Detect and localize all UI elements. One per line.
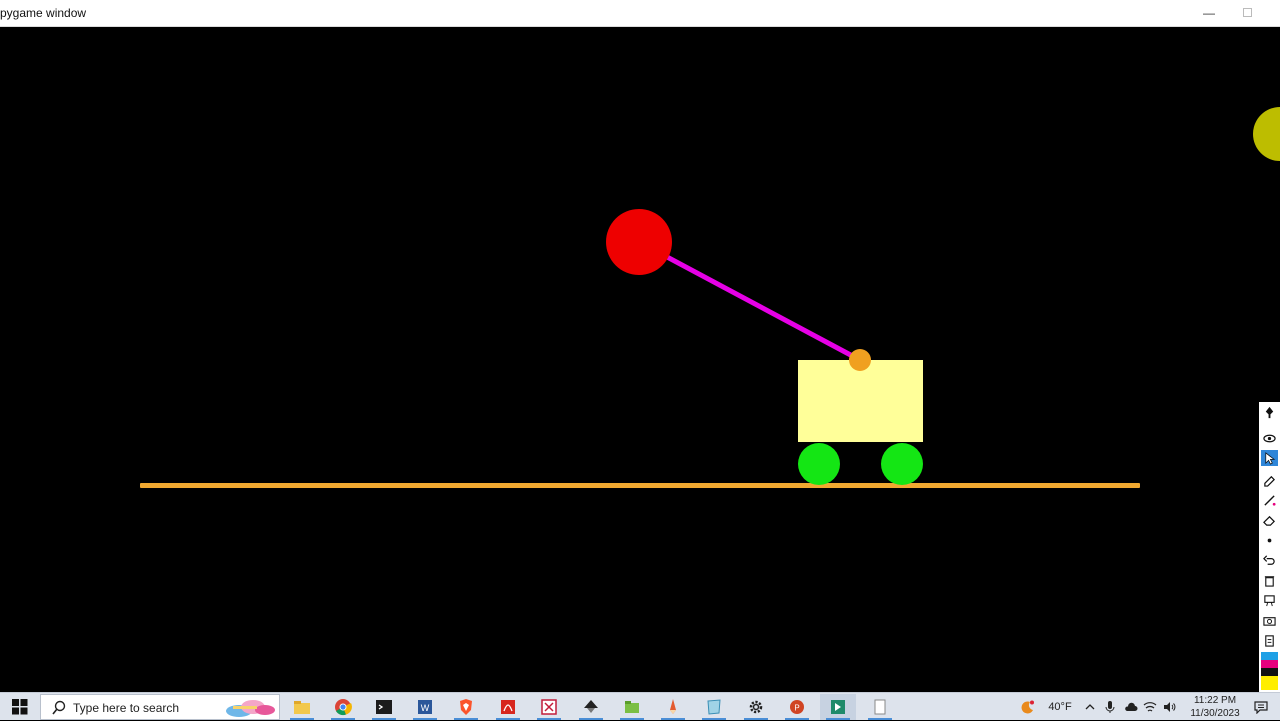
taskbar-app-pencil[interactable] bbox=[655, 694, 691, 720]
trash-icon[interactable] bbox=[1261, 572, 1278, 588]
weather-button[interactable] bbox=[1016, 693, 1040, 721]
taskbar-app-word[interactable]: W bbox=[407, 694, 443, 720]
notification-center-button[interactable] bbox=[1246, 693, 1276, 721]
taskbar-app-file-explorer[interactable] bbox=[284, 694, 320, 720]
taskbar-app-notepad[interactable] bbox=[696, 694, 732, 720]
wifi-icon bbox=[1143, 702, 1157, 712]
window-titlebar[interactable]: pygame window — bbox=[0, 0, 1280, 27]
line-icon[interactable] bbox=[1261, 492, 1278, 508]
clock-button[interactable]: 11:22 PM 11/30/2023 bbox=[1180, 693, 1250, 721]
taskbar-app-acrobat[interactable] bbox=[490, 694, 526, 720]
annotation-toolbar bbox=[1259, 402, 1280, 692]
file-explorer-icon bbox=[294, 701, 310, 714]
network-button[interactable] bbox=[1142, 693, 1158, 721]
system-tray: 40°F 11:22 PM 11/30/2023 bbox=[1010, 693, 1280, 721]
taskbar-app-brave[interactable] bbox=[448, 694, 484, 720]
taskbar-app-chrome[interactable] bbox=[325, 694, 361, 720]
svg-text:W: W bbox=[421, 703, 430, 713]
notepad-icon bbox=[707, 699, 721, 715]
folder-app-icon bbox=[625, 701, 639, 713]
snipping-tool-icon bbox=[541, 699, 557, 715]
svg-text:P: P bbox=[794, 704, 799, 713]
taskbar-app-settings[interactable] bbox=[738, 694, 774, 720]
pendulum-bob bbox=[606, 209, 672, 275]
moon-icon bbox=[1021, 700, 1034, 714]
cart-body bbox=[798, 360, 923, 442]
taskbar-app-document[interactable] bbox=[862, 694, 898, 720]
search-placeholder: Type here to search bbox=[73, 701, 180, 715]
eraser-icon[interactable] bbox=[1261, 512, 1278, 528]
notification-icon bbox=[1254, 701, 1268, 714]
track bbox=[140, 483, 1140, 488]
pivot-joint bbox=[849, 349, 871, 371]
cursor-icon[interactable] bbox=[1261, 450, 1278, 466]
taskbar-app-powerpoint[interactable]: P bbox=[779, 694, 815, 720]
minimize-button[interactable]: — bbox=[1199, 4, 1219, 22]
color-swatch-magenta[interactable] bbox=[1261, 660, 1278, 668]
chrome-icon bbox=[335, 699, 352, 716]
highlighter-icon[interactable] bbox=[1261, 472, 1278, 488]
color-swatch-yellow[interactable] bbox=[1261, 676, 1278, 690]
board-icon[interactable] bbox=[1261, 592, 1278, 608]
camera-icon[interactable] bbox=[1261, 612, 1278, 628]
undo-icon[interactable] bbox=[1261, 552, 1278, 568]
chevron-up-icon bbox=[1085, 704, 1095, 710]
taskbar-app-terminal[interactable] bbox=[366, 694, 402, 720]
taskbar-search-box[interactable]: Type here to search bbox=[40, 694, 280, 720]
game-canvas[interactable] bbox=[0, 28, 1280, 692]
windows-logo-icon bbox=[12, 699, 28, 715]
microphone-icon bbox=[1105, 701, 1115, 713]
weather-temperature[interactable]: 40°F bbox=[1042, 693, 1078, 721]
taskbar-app-inkscape[interactable] bbox=[573, 694, 609, 720]
start-button[interactable] bbox=[0, 693, 40, 721]
python-app-icon bbox=[831, 700, 845, 714]
maximize-button[interactable] bbox=[1237, 4, 1257, 22]
volume-button[interactable] bbox=[1160, 693, 1178, 721]
taskbar: Type here to search W P 40°F 11:22 PM 11… bbox=[0, 692, 1280, 720]
window-title: pygame window bbox=[0, 6, 87, 20]
clock-date: 11/30/2023 bbox=[1190, 708, 1240, 719]
speaker-icon bbox=[1164, 702, 1176, 712]
color-swatch-black[interactable] bbox=[1261, 668, 1278, 676]
word-icon: W bbox=[418, 700, 432, 714]
maximize-icon bbox=[1242, 8, 1252, 17]
pencil-app-icon bbox=[670, 699, 676, 714]
clock-time: 11:22 PM bbox=[1193, 695, 1237, 706]
left-wheel bbox=[798, 443, 840, 485]
pendulum-rod bbox=[636, 239, 863, 363]
color-swatch-blue[interactable] bbox=[1261, 652, 1278, 660]
pen-icon[interactable] bbox=[1261, 404, 1278, 420]
taskbar-app-snipping-tool[interactable] bbox=[531, 694, 567, 720]
show-hidden-icons-button[interactable] bbox=[1082, 693, 1098, 721]
cloud-icon bbox=[1125, 702, 1138, 711]
inkscape-icon bbox=[584, 700, 598, 713]
blank-document-icon bbox=[874, 699, 886, 715]
eye-icon[interactable] bbox=[1261, 430, 1278, 446]
taskbar-app-python[interactable] bbox=[820, 694, 856, 720]
onedrive-button[interactable] bbox=[1122, 693, 1140, 721]
brave-icon bbox=[460, 699, 472, 715]
powerpoint-icon: P bbox=[790, 700, 804, 714]
right-wheel bbox=[881, 443, 923, 485]
taskbar-app-folder[interactable] bbox=[614, 694, 650, 720]
search-icon bbox=[52, 700, 66, 715]
terminal-icon bbox=[376, 700, 392, 714]
settings-icon bbox=[749, 700, 763, 714]
simulation-scene bbox=[140, 107, 1280, 488]
clipboard-icon[interactable] bbox=[1261, 632, 1278, 648]
dot-icon[interactable] bbox=[1261, 532, 1278, 548]
search-highlight-icon bbox=[226, 700, 275, 717]
cursor-highlight bbox=[1253, 107, 1280, 161]
acrobat-icon bbox=[501, 700, 515, 714]
microphone-button[interactable] bbox=[1102, 693, 1118, 721]
